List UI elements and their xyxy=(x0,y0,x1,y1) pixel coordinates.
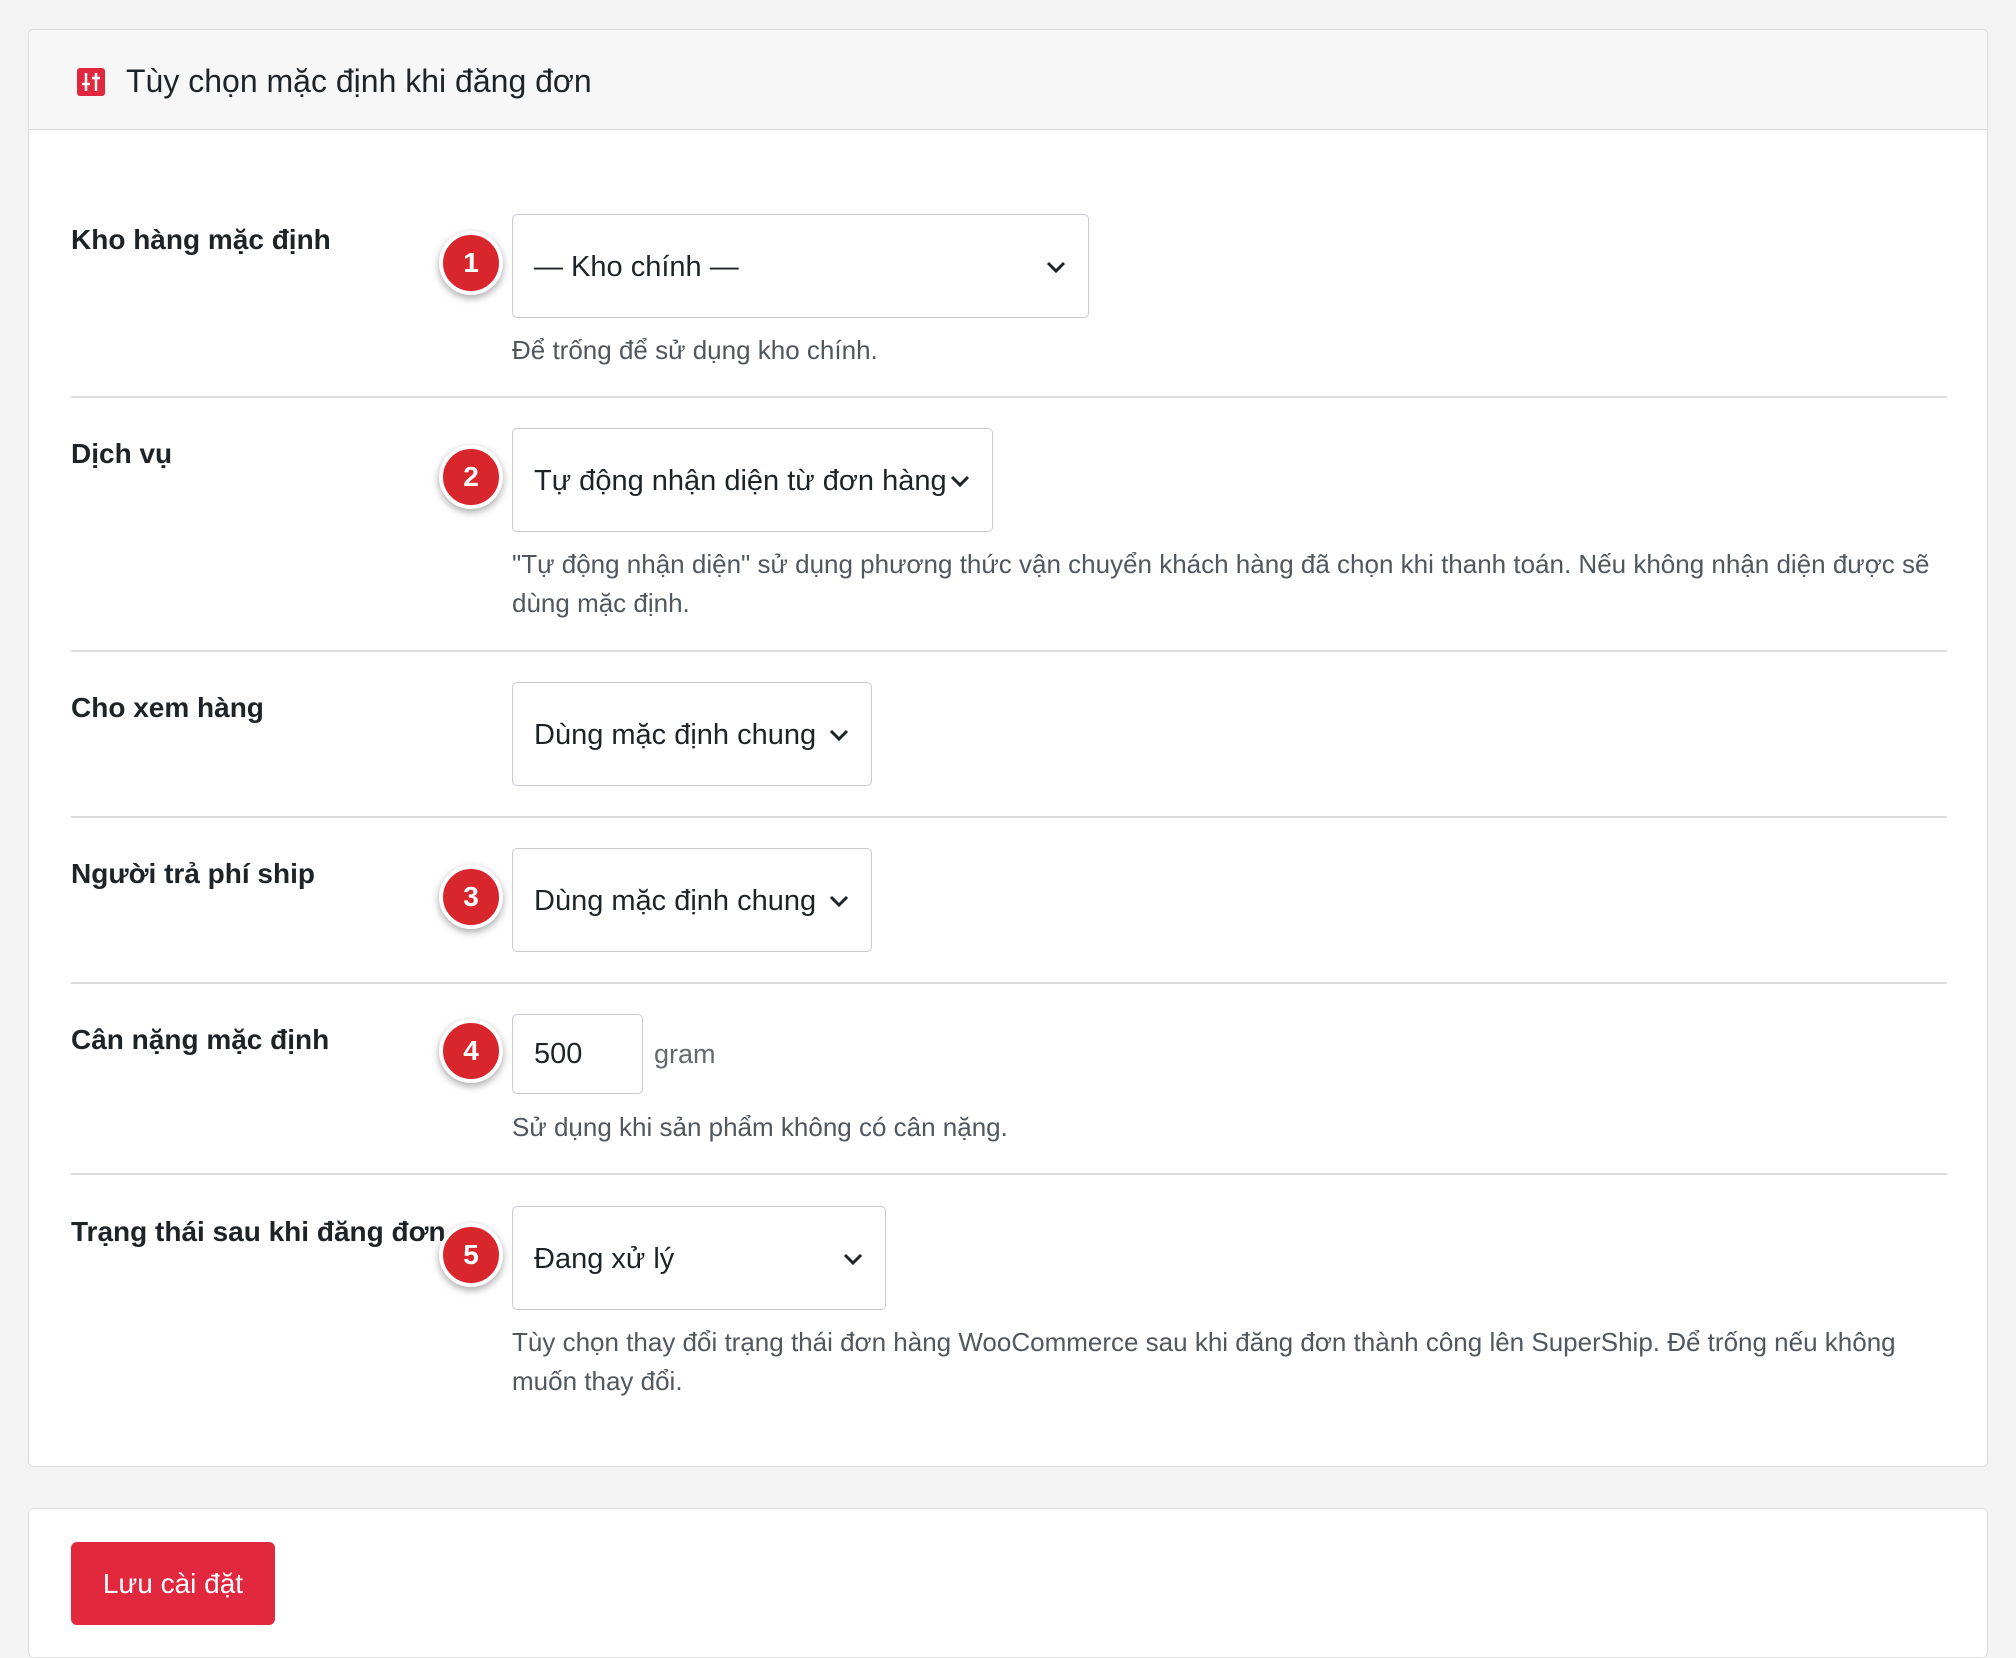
step-badge-4: 4 xyxy=(439,1019,503,1083)
row-divider xyxy=(71,982,1947,984)
default-weight-description: Sử dụng khi sản phẩm không có cân nặng. xyxy=(512,1112,1008,1142)
service-label: Dịch vụ xyxy=(71,438,173,469)
chevron-down-icon xyxy=(829,729,849,742)
chevron-down-icon xyxy=(843,1253,863,1266)
default-weight-label: Cân nặng mặc định xyxy=(71,1024,330,1055)
post-status-description: Tùy chọn thay đổi trạng thái đơn hàng Wo… xyxy=(512,1327,1896,1396)
service-description: "Tự động nhận diện" sử dụng phương thức … xyxy=(512,549,1930,618)
warehouse-select-value: — Kho chính — xyxy=(534,251,739,283)
step-badge-1: 1 xyxy=(439,231,503,295)
default-weight-input[interactable]: 500 xyxy=(512,1014,643,1094)
chevron-down-icon xyxy=(950,475,970,488)
row-divider xyxy=(71,396,1947,398)
row-divider xyxy=(71,1173,1947,1175)
warehouse-select[interactable]: — Kho chính — xyxy=(512,214,1089,318)
allow-inspect-select[interactable]: Dùng mặc định chung xyxy=(512,682,872,786)
post-status-label: Trạng thái sau khi đăng đơn xyxy=(71,1216,446,1247)
allow-inspect-label: Cho xem hàng xyxy=(71,692,264,723)
step-badge-5: 5 xyxy=(439,1223,503,1287)
card-header: Tùy chọn mặc định khi đăng đơn xyxy=(29,30,1987,130)
step-badge-3: 3 xyxy=(439,865,503,929)
weight-unit: gram xyxy=(654,1039,716,1069)
chevron-down-icon xyxy=(1046,261,1066,274)
chevron-down-icon xyxy=(829,895,849,908)
allow-inspect-select-value: Dùng mặc định chung xyxy=(534,719,817,751)
warehouse-description: Để trống để sử dụng kho chính. xyxy=(512,335,878,365)
step-badge-2: 2 xyxy=(439,445,503,509)
settings-card: Tùy chọn mặc định khi đăng đơn Kho hàng … xyxy=(28,29,1988,1467)
save-card: Lưu cài đặt xyxy=(28,1508,1988,1658)
save-settings-button[interactable]: Lưu cài đặt xyxy=(71,1542,275,1625)
shipping-payer-select[interactable]: Dùng mặc định chung xyxy=(512,848,872,952)
warehouse-label: Kho hàng mặc định xyxy=(71,224,331,255)
shipping-payer-label: Người trả phí ship xyxy=(71,858,315,889)
service-select[interactable]: Tự động nhận diện từ đơn hàng xyxy=(512,428,993,532)
sliders-icon xyxy=(77,68,105,96)
shipping-payer-select-value: Dùng mặc định chung xyxy=(534,885,817,917)
row-divider xyxy=(71,816,1947,818)
post-status-select[interactable]: Đang xử lý xyxy=(512,1206,886,1310)
service-select-value: Tự động nhận diện từ đơn hàng xyxy=(534,465,947,497)
post-status-select-value: Đang xử lý xyxy=(534,1243,675,1275)
row-divider xyxy=(71,650,1947,652)
page-title: Tùy chọn mặc định khi đăng đơn xyxy=(126,63,592,99)
